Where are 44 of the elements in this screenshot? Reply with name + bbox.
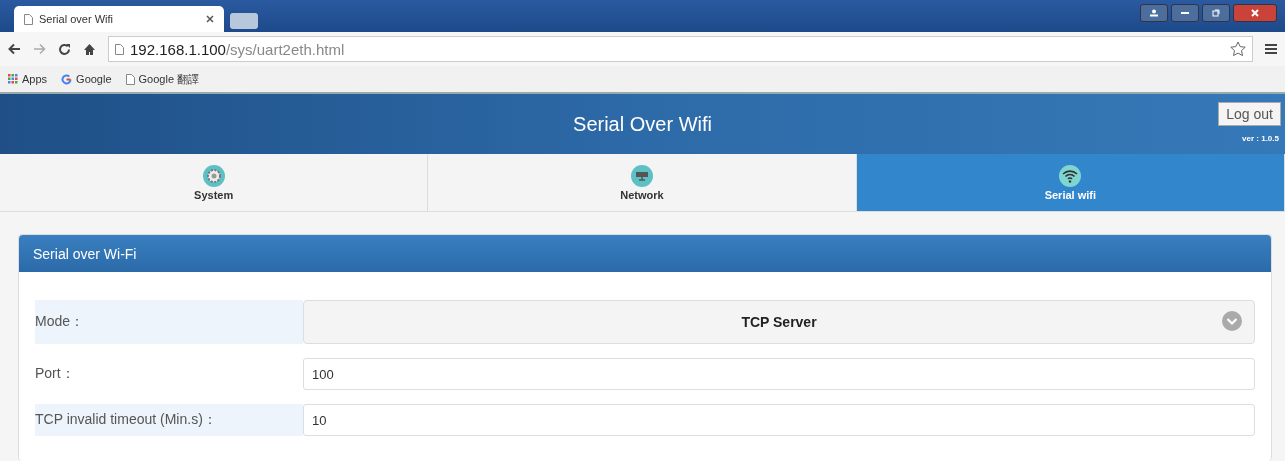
close-icon (1251, 9, 1259, 17)
minimize-button[interactable] (1171, 4, 1199, 22)
url-text: 192.168.1.100/sys/uart2eth.html (130, 40, 346, 58)
input-field[interactable]: 10 (303, 404, 1255, 436)
reload-icon[interactable] (58, 42, 71, 56)
user-icon (1150, 9, 1158, 17)
page-icon (24, 13, 33, 25)
mode-select[interactable]: TCP Server (303, 300, 1255, 344)
address-bar[interactable]: 192.168.1.100/sys/uart2eth.html (108, 36, 1253, 62)
page-icon (115, 43, 124, 55)
close-icon[interactable] (206, 15, 214, 23)
gear-icon (202, 164, 225, 187)
network-icon (631, 164, 653, 187)
user-button[interactable] (1140, 4, 1168, 22)
browser-tab[interactable]: Serial over Wifi (14, 6, 224, 32)
restore-button[interactable] (1202, 4, 1230, 22)
tab-title: Serial over Wifi (39, 13, 114, 25)
nav-tab-label: Network (620, 188, 664, 201)
menu-icon[interactable] (1265, 43, 1277, 55)
page-icon (125, 73, 135, 85)
field-label: Mode： (35, 300, 303, 344)
bookmark-link[interactable]: Google (76, 73, 112, 85)
close-button[interactable] (1233, 4, 1277, 22)
input-field[interactable]: 100 (303, 358, 1255, 390)
app-title: Serial Over Wifi (573, 112, 712, 136)
nav-tab-label: System (194, 188, 234, 201)
nav-tab-label: Serial wifi (1044, 188, 1096, 201)
star-icon[interactable] (1230, 41, 1246, 57)
field-label: Port： (35, 364, 76, 383)
google-icon (61, 73, 73, 85)
panel-title: Serial over Wi-Fi (33, 245, 137, 262)
home-icon[interactable] (83, 42, 96, 56)
chevron-down-icon (1222, 311, 1242, 331)
bookmark-link[interactable]: Apps (22, 73, 48, 85)
minimize-icon (1181, 12, 1189, 14)
wifi-icon (1059, 164, 1082, 187)
nav-tab[interactable]: Serial wifi (856, 154, 1285, 211)
logout-button[interactable]: Log out (1218, 102, 1281, 126)
bookmark-link[interactable]: Google 翻譯 (138, 71, 200, 87)
field-label: TCP invalid timeout (Min.s)： (35, 404, 303, 436)
restore-icon (1212, 9, 1220, 17)
apps-icon (8, 74, 18, 84)
back-icon[interactable] (8, 43, 21, 55)
version-text: ver : 1.0.5 (1242, 134, 1279, 143)
